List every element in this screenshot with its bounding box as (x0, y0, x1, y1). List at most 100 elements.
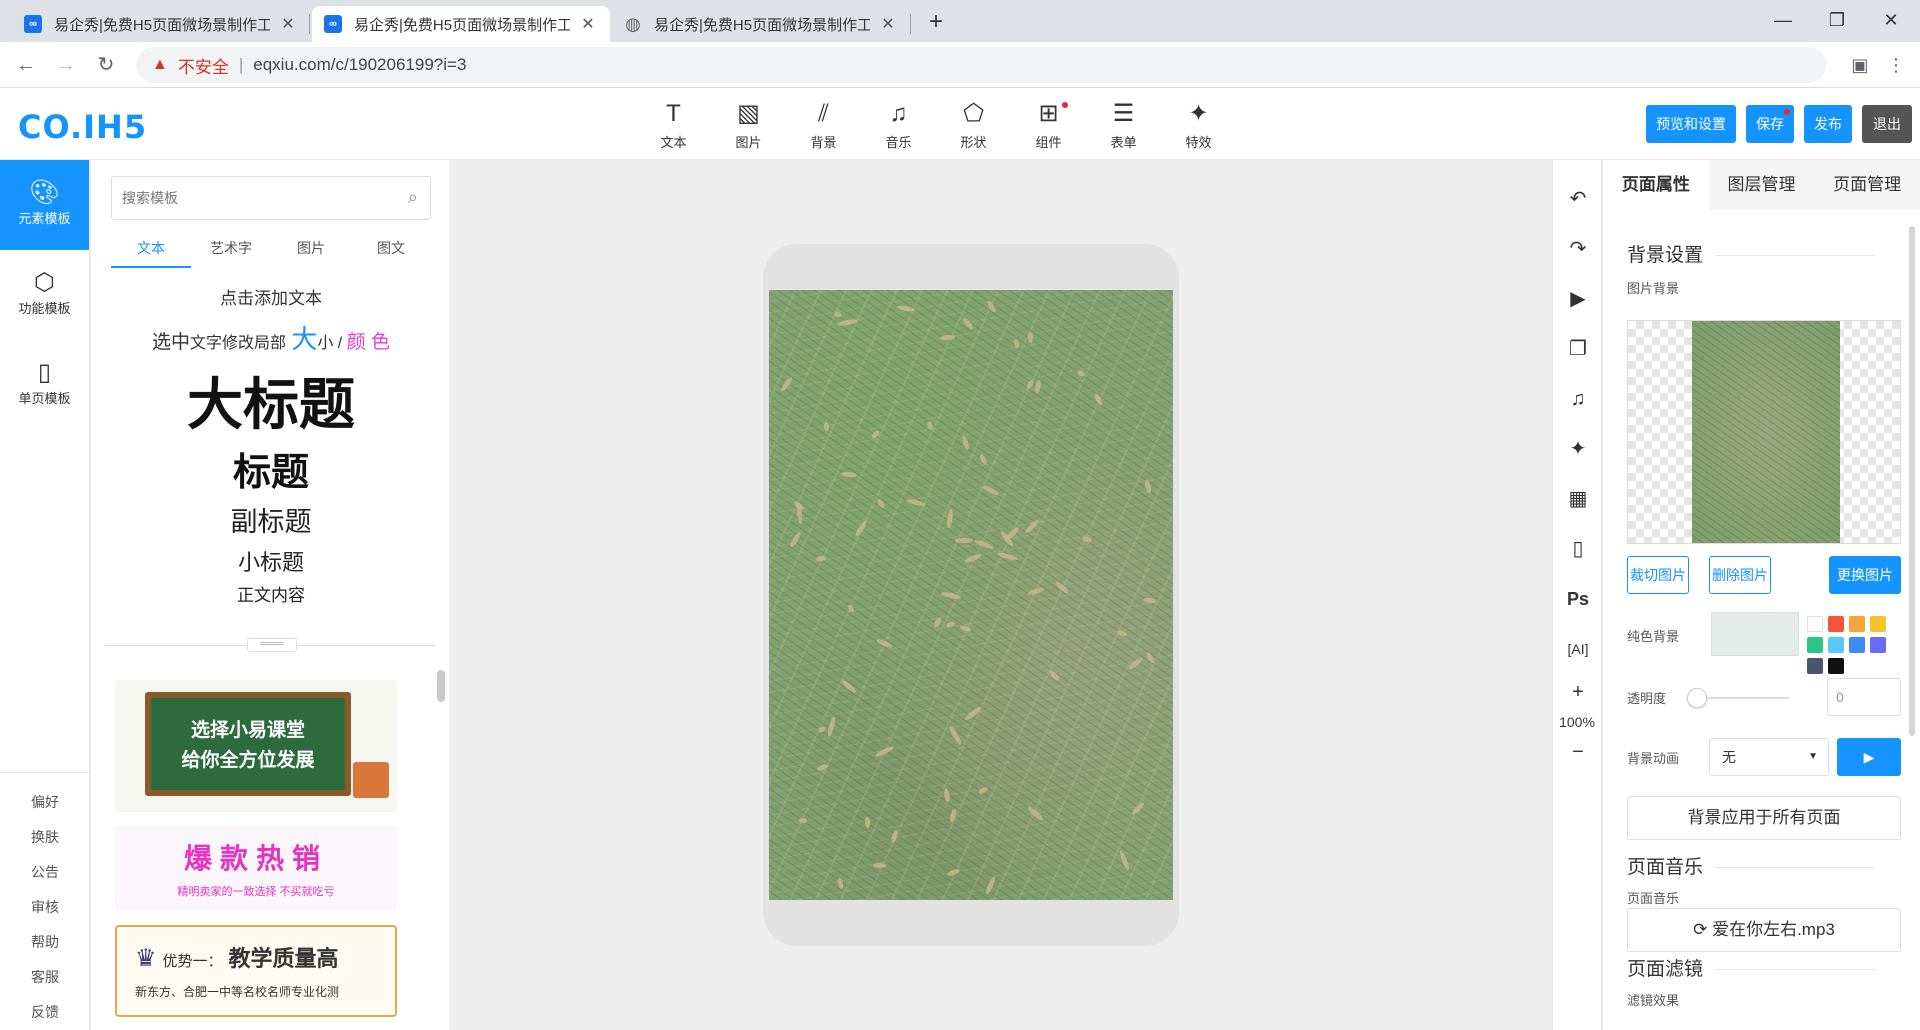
exit-button[interactable]: 退出 (1862, 105, 1912, 143)
replace-image-button[interactable]: 更换图片 (1829, 556, 1901, 594)
rail-link-support[interactable]: 客服 (0, 960, 90, 995)
redo-icon[interactable]: ↷ (1553, 224, 1603, 274)
leaf-detail (798, 817, 808, 824)
color-swatch[interactable] (1807, 616, 1823, 632)
address-field[interactable]: ▲ 不安全 | eqxiu.com/c/190206199?i=3 (136, 47, 1826, 83)
browser-tab-2[interactable]: ∞ 易企秀|免费H5页面微场景制作工 ✕ (312, 6, 610, 42)
editor-canvas (452, 160, 1552, 1030)
color-swatch[interactable] (1870, 616, 1886, 632)
menu-kebab-icon[interactable]: ⋮ (1882, 51, 1910, 79)
slider-knob[interactable] (1687, 688, 1707, 708)
rail-function-templates[interactable]: ⬡ 功能模板 (0, 250, 89, 340)
tab-page-management[interactable]: 页面管理 (1814, 160, 1920, 210)
color-swatch[interactable] (1807, 637, 1823, 653)
tool-shape[interactable]: ⬠ 形状 (936, 98, 1011, 151)
music-file-button[interactable]: ⟳ 爱在你左右.mp3 (1627, 908, 1901, 952)
sample-h4[interactable]: 小标题 (111, 545, 431, 577)
color-swatch[interactable] (1849, 616, 1865, 632)
animation-select[interactable]: 无 ▼ (1709, 738, 1829, 776)
close-tab-icon[interactable]: ✕ (878, 14, 898, 34)
browser-tab-1[interactable]: ∞ 易企秀|免费H5页面微场景制作工 ✕ (12, 6, 310, 42)
new-tab-button[interactable]: + (922, 8, 950, 36)
tab-title: 易企秀|免费H5页面微场景制作工 (54, 16, 270, 34)
template-card-classroom[interactable]: 选择小易课堂 给你全方位发展 (115, 680, 397, 812)
tool-text[interactable]: T 文本 (636, 98, 711, 151)
sample-h3[interactable]: 副标题 (111, 500, 431, 539)
forward-icon[interactable]: → (52, 51, 80, 79)
section-rule (1715, 255, 1876, 257)
color-swatch[interactable] (1828, 658, 1844, 674)
tab-layer-management[interactable]: 图层管理 (1709, 160, 1815, 210)
tab-text[interactable]: 文本 (111, 238, 191, 268)
close-window-icon[interactable]: ✕ (1864, 0, 1918, 40)
opacity-slider[interactable] (1687, 688, 1789, 708)
sample-body[interactable]: 正文内容 (111, 581, 431, 606)
ai-icon[interactable]: [AI] (1553, 624, 1603, 674)
preview-settings-button[interactable]: 预览和设置 (1646, 105, 1736, 143)
properties-scrollbar[interactable] (1909, 226, 1915, 736)
rail-single-page-templates[interactable]: ▯ 单页模板 (0, 340, 89, 430)
current-color-swatch[interactable] (1711, 612, 1799, 656)
tab-image[interactable]: 图片 (271, 238, 351, 268)
browser-tab-3[interactable]: ◍ 易企秀|免费H5页面微场景制作工 ✕ (612, 6, 910, 42)
grid-icon[interactable]: ▦ (1553, 474, 1603, 524)
play-icon[interactable]: ▶ (1553, 274, 1603, 324)
rail-link-review[interactable]: 审核 (0, 890, 90, 925)
color-swatch[interactable] (1828, 637, 1844, 653)
animation-play-button[interactable]: ▶ (1837, 738, 1901, 776)
search-icon[interactable]: ⌕ (408, 187, 418, 208)
rail-link-feedback[interactable]: 反馈 (0, 995, 90, 1030)
sample-add-text[interactable]: 点击添加文本 (111, 284, 431, 309)
publish-button[interactable]: 发布 (1804, 105, 1852, 143)
tool-background[interactable]: ⫽ 背景 (786, 98, 861, 151)
tab-art-text[interactable]: 艺术字 (191, 238, 271, 268)
ps-icon[interactable]: Ps (1553, 574, 1603, 624)
apply-all-pages-button[interactable]: 背景应用于所有页面 (1627, 796, 1901, 840)
opacity-input[interactable]: 0 (1827, 678, 1901, 716)
template-card-hot-sale[interactable]: 爆款热销 精明卖家的一致选择 不买就吃亏 (115, 825, 397, 911)
tool-image[interactable]: ▧ 图片 (711, 98, 786, 151)
restore-icon[interactable]: ❐ (1810, 0, 1864, 40)
sample-select-text[interactable]: 选中文字修改局部 大小 / 颜 色 (111, 319, 431, 356)
pages-icon[interactable]: ❐ (1553, 324, 1603, 374)
rail-link-preferences[interactable]: 偏好 (0, 785, 90, 820)
save-button[interactable]: 保存 (1746, 105, 1794, 143)
undo-icon[interactable]: ↶ (1553, 174, 1603, 224)
tool-form[interactable]: ☰ 表单 (1086, 98, 1161, 151)
color-swatch[interactable] (1828, 616, 1844, 632)
minimize-icon[interactable]: — (1756, 0, 1810, 40)
tool-component[interactable]: ⊞ 组件 (1011, 98, 1086, 151)
back-icon[interactable]: ← (12, 51, 40, 79)
logo[interactable]: CO.IH5 (18, 108, 147, 146)
phone-icon[interactable]: ▯ (1553, 524, 1603, 574)
template-card-teaching-quality[interactable]: ♛ 优势一： 教学质量高 新东方、合肥一中等名校名师专业化测 (115, 925, 397, 1017)
tool-music[interactable]: ♫ 音乐 (861, 98, 936, 151)
text-icon: T (666, 100, 681, 127)
extension-icon[interactable]: ▣ (1846, 51, 1874, 79)
template-scrollbar[interactable] (437, 670, 445, 702)
color-swatch[interactable] (1807, 658, 1823, 674)
sample-h1[interactable]: 大标题 (111, 360, 431, 441)
sparkle-icon[interactable]: ✦ (1553, 424, 1603, 474)
music-note-icon[interactable]: ♫ (1553, 374, 1603, 424)
reload-icon[interactable]: ↻ (92, 51, 120, 79)
tab-page-properties[interactable]: 页面属性 (1603, 160, 1709, 210)
rail-link-skin[interactable]: 换肤 (0, 820, 90, 855)
close-tab-icon[interactable]: ✕ (578, 14, 598, 34)
tool-effect[interactable]: ✦ 特效 (1161, 98, 1236, 151)
rail-element-templates[interactable]: 🎨︎ 元素模板 (0, 160, 89, 250)
rail-link-help[interactable]: 帮助 (0, 925, 90, 960)
page-background-image[interactable] (769, 290, 1173, 900)
color-swatch[interactable] (1870, 637, 1886, 653)
close-tab-icon[interactable]: ✕ (278, 14, 298, 34)
zoom-in-icon[interactable]: + (1553, 674, 1603, 710)
search-input[interactable] (112, 177, 382, 219)
color-swatch[interactable] (1849, 637, 1865, 653)
tab-image-text[interactable]: 图文 (351, 238, 431, 268)
zoom-out-icon[interactable]: − (1553, 734, 1603, 770)
crop-image-button[interactable]: 裁切图片 (1627, 556, 1689, 594)
rail-link-notice[interactable]: 公告 (0, 855, 90, 890)
resize-handle[interactable]: ═══ (247, 638, 297, 652)
sample-h2[interactable]: 标题 (111, 441, 431, 496)
delete-image-button[interactable]: 删除图片 (1709, 556, 1771, 594)
